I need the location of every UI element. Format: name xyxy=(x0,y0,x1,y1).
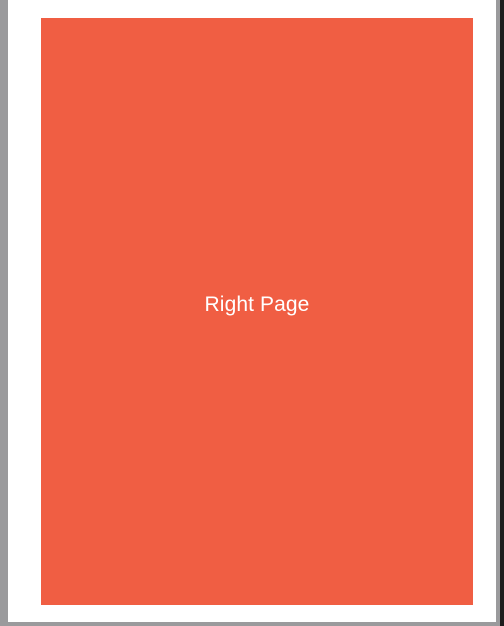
window-right-edge xyxy=(500,0,504,626)
right-page-panel[interactable]: Right Page xyxy=(41,18,473,605)
right-page-label: Right Page xyxy=(204,292,310,316)
page-frame: Right Page xyxy=(0,0,504,626)
